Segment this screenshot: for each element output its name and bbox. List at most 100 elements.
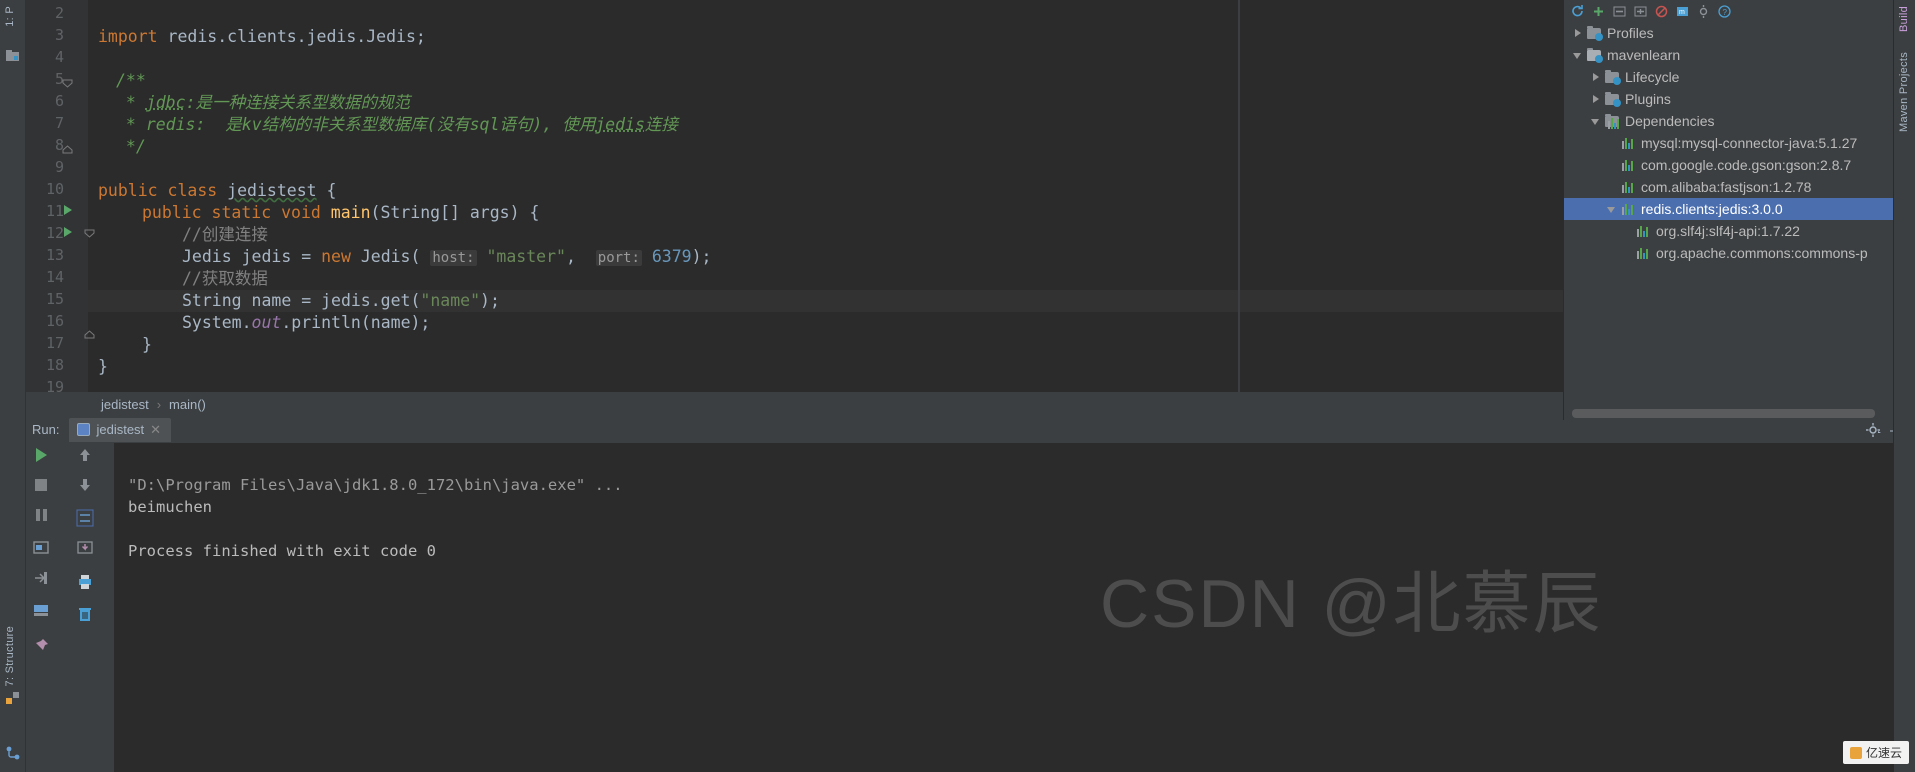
fold-region-start-icon[interactable] <box>62 76 73 94</box>
sidebar-item-build[interactable]: Build <box>1898 6 1910 32</box>
refresh-icon[interactable] <box>1570 4 1585 19</box>
favorites-icon[interactable] <box>5 690 21 706</box>
tree-item-plugins[interactable]: Plugins <box>1564 88 1893 110</box>
code-line-16: System.out.println(name); <box>182 312 430 334</box>
folder-bars-icon <box>1605 114 1620 129</box>
close-icon[interactable]: ✕ <box>150 422 161 438</box>
pause-icon[interactable] <box>32 506 50 524</box>
library-bars-icon <box>1621 180 1636 194</box>
run-tab-jedistest[interactable]: jedistest ✕ <box>69 417 172 442</box>
help-icon[interactable]: ? <box>1717 4 1732 19</box>
git-branch-icon[interactable] <box>5 745 21 761</box>
sidebar-item-structure[interactable]: 7: Structure <box>4 626 16 686</box>
tree-item-label: Profiles <box>1607 25 1654 41</box>
stop-icon[interactable] <box>32 476 50 494</box>
tree-item-slf4j-api[interactable]: org.slf4j:slf4j-api:1.7.22 <box>1564 220 1893 242</box>
code-line-15: String name = jedis.get("name"); <box>182 290 500 312</box>
run-class-gutter-icon[interactable] <box>62 203 74 221</box>
print-icon[interactable] <box>76 573 94 591</box>
tree-item-dependencies[interactable]: Dependencies <box>1564 110 1893 132</box>
execute-goal-icon[interactable]: m <box>1675 4 1690 19</box>
pin-icon[interactable] <box>32 637 50 655</box>
intellij-idea-window: 1: P 7: Structure 2 3 4 5 6 7 8 9 10 11 … <box>0 0 1915 772</box>
chevron-right-icon[interactable] <box>1590 93 1603 106</box>
keyword-public: public <box>142 203 202 222</box>
run-toolbar-right[interactable] <box>70 443 100 772</box>
tree-item-label: mavenlearn <box>1607 47 1681 63</box>
tree-item-mysql-connector[interactable]: mysql:mysql-connector-java:5.1.27 <box>1564 132 1893 154</box>
skip-tests-icon[interactable] <box>1654 4 1669 19</box>
console-output[interactable]: "D:\Program Files\Java\jdk1.8.0_172\bin\… <box>114 443 1915 772</box>
keyword-new: new <box>321 247 351 266</box>
tree-item-profiles[interactable]: Profiles <box>1564 22 1893 44</box>
maven-projects-panel[interactable]: m ? Profiles mavenlearn Lifecycle Plugin… <box>1563 0 1893 420</box>
paren-close: ); <box>691 247 712 266</box>
folder-gear-icon <box>1605 70 1621 85</box>
tree-item-lifecycle[interactable]: Lifecycle <box>1564 66 1893 88</box>
breadcrumb-method[interactable]: main() <box>169 397 206 412</box>
tree-item-jedis[interactable]: redis.clients:jedis:3.0.0 <box>1564 198 1893 220</box>
keyword-static: static <box>211 203 272 222</box>
println-call: .println(name); <box>281 313 431 332</box>
tree-item-label: com.alibaba:fastjson:1.2.78 <box>1641 179 1812 195</box>
console-settings-icon[interactable] <box>32 601 50 619</box>
maven-settings-icon[interactable] <box>1696 4 1711 19</box>
tree-item-commons-pool[interactable]: org.apache.commons:commons-p <box>1564 242 1893 264</box>
project-icon[interactable] <box>5 48 21 64</box>
sidebar-item-maven-projects[interactable]: Maven Projects <box>1898 52 1910 132</box>
add-icon[interactable] <box>1591 4 1606 19</box>
fold-region-end-icon[interactable] <box>62 142 73 160</box>
run-config-icon <box>77 423 91 436</box>
expand-all-icon[interactable] <box>1633 4 1648 19</box>
string-name-key: "name" <box>420 291 481 310</box>
keyword-import: import <box>98 27 158 46</box>
code-line-3: import redis.clients.jedis.Jedis; <box>98 26 426 48</box>
soft-wrap-icon[interactable] <box>76 509 94 527</box>
chevron-down-icon[interactable] <box>1606 203 1619 216</box>
tree-item-fastjson[interactable]: com.alibaba:fastjson:1.2.78 <box>1564 176 1893 198</box>
maven-horizontal-scrollbar[interactable] <box>1572 409 1875 418</box>
brace-close-inner: } <box>142 335 152 354</box>
method-signature: (String[] args) { <box>370 203 540 222</box>
library-bars-icon <box>1636 246 1651 260</box>
sidebar-item-project[interactable]: 1: P <box>4 6 16 27</box>
up-arrow-icon[interactable] <box>76 446 94 464</box>
chevron-right-icon[interactable] <box>1572 27 1585 40</box>
code-line-5: /** <box>116 70 146 92</box>
tree-item-label: Dependencies <box>1625 113 1715 129</box>
line-number: 17 <box>45 334 64 352</box>
scroll-to-end-icon[interactable] <box>76 539 94 557</box>
brace: { <box>326 181 337 200</box>
editor-gutter[interactable]: 2 3 4 5 6 7 8 9 10 11 12 13 14 15 16 17 … <box>26 0 95 396</box>
library-bars-icon <box>1636 224 1651 238</box>
restore-layout-icon[interactable] <box>32 539 50 557</box>
export-icon[interactable] <box>32 569 50 587</box>
run-icon[interactable] <box>32 446 50 464</box>
chevron-down-icon[interactable] <box>1572 49 1585 62</box>
line-number: 6 <box>54 92 64 110</box>
line-number: 3 <box>54 26 64 44</box>
gear-icon[interactable] <box>1865 422 1881 438</box>
param-hint-host: host: <box>430 250 477 266</box>
maven-dependency-tree[interactable]: Profiles mavenlearn Lifecycle Plugins De… <box>1564 22 1893 402</box>
library-bars-icon <box>1621 136 1636 150</box>
collapse-all-icon[interactable] <box>1612 4 1627 19</box>
run-toolbar-left[interactable] <box>26 443 56 772</box>
code-line-17: } <box>142 334 152 356</box>
javadoc-term-jdbc: jdbc <box>145 93 186 112</box>
tree-item-label: org.apache.commons:commons-p <box>1656 245 1868 261</box>
run-tool-window[interactable]: Run: jedistest ✕ — <box>26 416 1915 772</box>
trash-icon[interactable] <box>76 605 94 623</box>
tree-item-gson[interactable]: com.google.code.gson:gson:2.8.7 <box>1564 154 1893 176</box>
chevron-down-icon[interactable] <box>1590 115 1603 128</box>
left-tool-strip[interactable]: 1: P 7: Structure <box>0 0 26 772</box>
chevron-right-icon[interactable] <box>1590 71 1603 84</box>
number-6379: 6379 <box>651 247 692 266</box>
tree-item-mavenlearn[interactable]: mavenlearn <box>1564 44 1893 66</box>
folder-profiles-icon <box>1587 26 1603 41</box>
right-tool-strip[interactable]: Maven Projects Build <box>1893 0 1915 772</box>
down-arrow-icon[interactable] <box>76 476 94 494</box>
breadcrumb-class[interactable]: jedistest <box>101 397 149 412</box>
run-method-gutter-icon[interactable] <box>62 225 74 243</box>
maven-toolbar[interactable]: m ? <box>1564 0 1893 22</box>
